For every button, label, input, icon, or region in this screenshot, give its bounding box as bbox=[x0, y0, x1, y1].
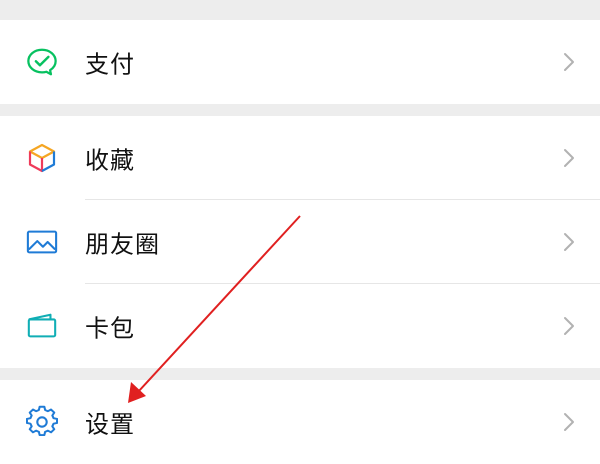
chevron-right-icon bbox=[564, 149, 574, 167]
favorites-cube-icon bbox=[26, 142, 58, 174]
menu-item-settings[interactable]: 设置 bbox=[0, 380, 600, 464]
menu-item-label: 卡包 bbox=[85, 314, 135, 343]
menu-item-label: 设置 bbox=[85, 410, 135, 439]
menu-item-moments[interactable]: 朋友圈 bbox=[0, 200, 600, 284]
group-pay: 支付 bbox=[0, 20, 600, 104]
section-spacer bbox=[0, 104, 600, 116]
card-wallet-icon bbox=[26, 310, 58, 342]
group-settings: 设置 bbox=[0, 380, 600, 464]
menu-item-label: 支付 bbox=[85, 50, 135, 79]
top-spacer bbox=[0, 0, 600, 20]
wechat-pay-icon bbox=[26, 46, 58, 78]
menu-item-card-wallet[interactable]: 卡包 bbox=[0, 284, 600, 368]
chevron-right-icon bbox=[564, 413, 574, 431]
settings-gear-icon bbox=[26, 405, 58, 438]
menu-item-favorites[interactable]: 收藏 bbox=[0, 116, 600, 200]
chevron-right-icon bbox=[564, 317, 574, 335]
chevron-right-icon bbox=[564, 233, 574, 251]
group-content: 收藏 朋友圈 卡包 bbox=[0, 116, 600, 368]
menu-item-label: 收藏 bbox=[85, 146, 135, 175]
section-spacer bbox=[0, 368, 600, 380]
menu-item-label: 朋友圈 bbox=[85, 230, 160, 259]
moments-image-icon bbox=[26, 226, 58, 258]
menu-item-pay[interactable]: 支付 bbox=[0, 20, 600, 104]
chevron-right-icon bbox=[564, 53, 574, 71]
